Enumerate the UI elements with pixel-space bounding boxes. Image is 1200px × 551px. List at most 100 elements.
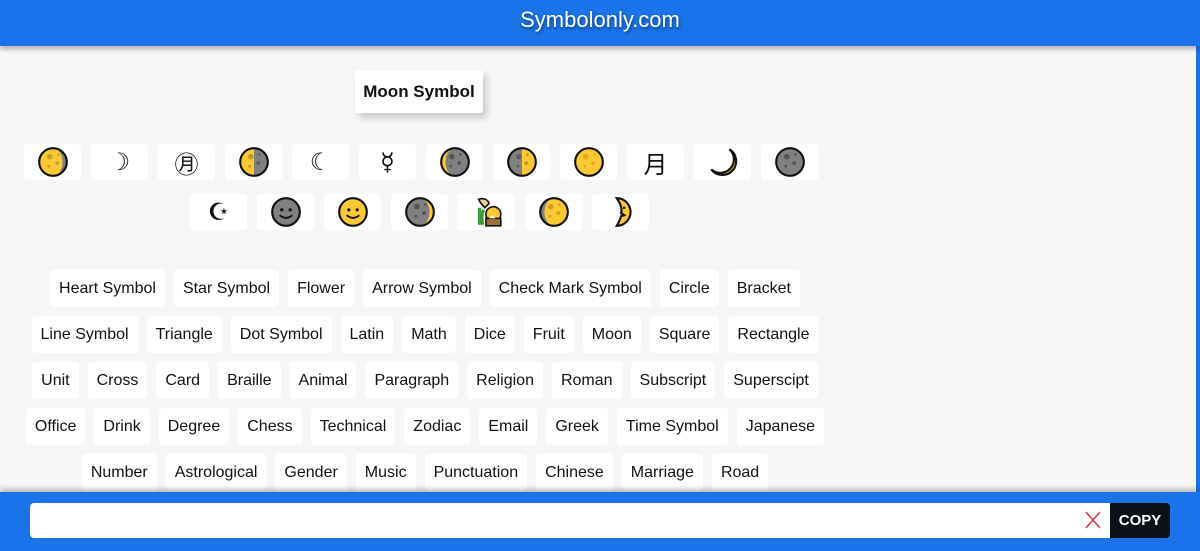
first-quarter-moon-icon <box>238 147 269 177</box>
category-link-number[interactable]: Number <box>81 454 157 491</box>
category-link-subscript[interactable]: Subscript <box>630 362 716 399</box>
category-link-superscipt[interactable]: Superscipt <box>724 362 818 399</box>
copy-field-wrapper: COPY <box>30 503 1170 538</box>
category-link-marriage[interactable]: Marriage <box>621 454 703 491</box>
symbol-waxing-crescent-moon[interactable] <box>391 194 448 230</box>
category-link-square[interactable]: Square <box>649 316 720 353</box>
symbol-new-moon[interactable] <box>761 144 818 180</box>
category-link-road[interactable]: Road <box>711 454 769 491</box>
symbol-row-1: ☽ ㊊ ☾ ☿ 月 <box>24 144 818 180</box>
category-link-circle[interactable]: Circle <box>659 270 719 307</box>
category-row: Unit Cross Card Braille Animal Paragraph Relig… <box>25 362 825 399</box>
category-link-unit[interactable]: Unit <box>32 362 79 399</box>
category-link-music[interactable]: Music <box>355 454 416 491</box>
mercury-like-sign-icon: ☿ <box>380 148 395 176</box>
symbol-moon-ideograph[interactable]: 月 <box>627 144 684 180</box>
page-title: Moon Symbol <box>355 70 483 113</box>
category-link-roman[interactable]: Roman <box>551 362 622 399</box>
waxing-crescent-moon-icon <box>404 197 435 227</box>
category-link-check-mark-symbol[interactable]: Check Mark Symbol <box>489 270 651 307</box>
waxing-gibbous-moon-icon <box>538 197 569 227</box>
first-quarter-crescent-icon: ☾ <box>309 148 332 176</box>
category-link-card[interactable]: Card <box>156 362 210 399</box>
category-link-zodiac[interactable]: Zodiac <box>404 408 471 445</box>
category-link-cross[interactable]: Cross <box>87 362 148 399</box>
category-link-time-symbol[interactable]: Time Symbol <box>616 408 728 445</box>
category-link-office[interactable]: Office <box>25 408 86 445</box>
category-link-bracket[interactable]: Bracket <box>727 270 800 307</box>
symbol-first-quarter-moon[interactable] <box>225 144 282 180</box>
symbol-mercury-like-sign[interactable]: ☿ <box>359 144 416 180</box>
category-link-flower[interactable]: Flower <box>288 270 355 307</box>
symbol-crescent-moon[interactable] <box>694 144 751 180</box>
category-link-astrological[interactable]: Astrological <box>165 454 267 491</box>
category-link-drink[interactable]: Drink <box>94 408 150 445</box>
category-link-fruit[interactable]: Fruit <box>523 316 574 353</box>
category-link-dot-symbol[interactable]: Dot Symbol <box>230 316 332 353</box>
waning-crescent-moon-icon <box>439 147 470 177</box>
symbol-full-moon[interactable] <box>560 144 617 180</box>
category-link-math[interactable]: Math <box>402 316 456 353</box>
symbol-new-moon-face[interactable] <box>257 194 314 230</box>
category-row: Number Astrological Gender Music Punctuation… <box>25 454 825 491</box>
category-link-dice[interactable]: Dice <box>464 316 515 353</box>
category-link-greek[interactable]: Greek <box>546 408 608 445</box>
category-row: Office Drink Degree Chess Technical Zodiac Ema… <box>25 408 825 445</box>
symbol-first-quarter-moon-face[interactable] <box>592 194 649 230</box>
category-link-punctuation[interactable]: Punctuation <box>424 454 528 491</box>
first-quarter-moon-face-icon <box>614 197 632 227</box>
copy-button[interactable]: COPY <box>1110 503 1170 538</box>
category-link-degree[interactable]: Degree <box>158 408 230 445</box>
category-link-star-symbol[interactable]: Star Symbol <box>173 270 280 307</box>
category-link-chinese[interactable]: Chinese <box>536 454 613 491</box>
symbol-full-moon-face[interactable] <box>324 194 381 230</box>
symbol-waxing-gibbous-moon[interactable] <box>525 194 582 230</box>
category-link-latin[interactable]: Latin <box>340 316 394 353</box>
crescent-moon-icon <box>709 148 737 177</box>
category-link-email[interactable]: Email <box>479 408 538 445</box>
category-link-heart-symbol[interactable]: Heart Symbol <box>50 270 165 307</box>
waning-gibbous-moon-icon <box>37 147 68 177</box>
moon-ideograph-icon: 月 <box>643 150 668 179</box>
category-link-animal[interactable]: Animal <box>289 362 357 399</box>
scrollbar[interactable] <box>1196 46 1200 492</box>
symbol-moon-viewing-ceremony[interactable] <box>458 194 515 230</box>
last-quarter-crescent-icon: ☽ <box>108 148 131 176</box>
circled-moon-ideograph-icon: ㊊ <box>174 150 199 179</box>
category-link-religion[interactable]: Religion <box>467 362 543 399</box>
symbol-row-2: ☪ <box>190 194 649 230</box>
category-link-line-symbol[interactable]: Line Symbol <box>31 316 138 353</box>
site-title[interactable]: Symbolonly.com <box>520 7 680 33</box>
category-link-triangle[interactable]: Triangle <box>146 316 222 353</box>
category-link-braille[interactable]: Braille <box>218 362 281 399</box>
last-quarter-moon-icon <box>506 147 537 177</box>
full-moon-icon <box>573 147 604 177</box>
category-link-paragraph[interactable]: Paragraph <box>365 362 459 399</box>
category-row: Line Symbol Triangle Dot Symbol Latin Math Di… <box>25 316 825 353</box>
category-links: Heart Symbol Star Symbol Flower Arrow Symbo… <box>25 270 825 491</box>
clear-icon[interactable] <box>1082 509 1104 531</box>
copy-bar: COPY <box>0 492 1200 551</box>
symbol-circled-moon-ideograph[interactable]: ㊊ <box>158 144 215 180</box>
category-link-chess[interactable]: Chess <box>238 408 302 445</box>
category-link-arrow-symbol[interactable]: Arrow Symbol <box>363 270 481 307</box>
category-link-moon[interactable]: Moon <box>582 316 641 353</box>
symbol-star-and-crescent[interactable]: ☪ <box>190 194 247 230</box>
new-moon-face-icon <box>270 197 301 227</box>
category-link-rectangle[interactable]: Rectangle <box>728 316 819 353</box>
new-moon-icon <box>774 147 805 177</box>
full-moon-face-icon <box>337 197 368 227</box>
star-and-crescent-icon: ☪ <box>207 198 230 226</box>
category-link-technical[interactable]: Technical <box>310 408 396 445</box>
category-link-japanese[interactable]: Japanese <box>736 408 825 445</box>
symbol-last-quarter-crescent[interactable]: ☽ <box>91 144 148 180</box>
symbol-waning-gibbous-moon[interactable] <box>24 144 81 180</box>
site-header: Symbolonly.com <box>0 0 1200 46</box>
symbol-last-quarter-moon[interactable] <box>493 144 550 180</box>
symbol-first-quarter-crescent[interactable]: ☾ <box>292 144 349 180</box>
copy-input[interactable] <box>30 503 1110 538</box>
category-row: Heart Symbol Star Symbol Flower Arrow Symbo… <box>25 270 825 307</box>
symbol-waning-crescent-moon[interactable] <box>426 144 483 180</box>
moon-viewing-ceremony-icon <box>476 197 502 227</box>
category-link-gender[interactable]: Gender <box>275 454 347 491</box>
